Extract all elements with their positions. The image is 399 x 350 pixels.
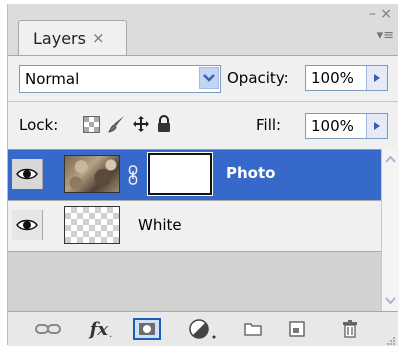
opacity-label: Opacity: bbox=[227, 69, 289, 87]
blend-mode-value: Normal bbox=[25, 70, 80, 88]
visibility-eye-icon[interactable] bbox=[12, 210, 43, 240]
blend-mode-select[interactable]: Normal bbox=[19, 65, 221, 93]
fx-menu-dot: . bbox=[109, 328, 113, 340]
layer-row-photo[interactable]: Photo bbox=[8, 150, 381, 201]
layers-list: Photo White bbox=[8, 149, 381, 312]
opacity-slider-arrow-icon[interactable] bbox=[366, 66, 387, 90]
fill-field[interactable]: 100% bbox=[305, 113, 388, 139]
layer-row-white[interactable]: White bbox=[8, 201, 381, 252]
layers-panel: Layers × – × ▾≡ Normal Opacity: 100% Loc… bbox=[7, 4, 399, 346]
tab-layers-label: Layers bbox=[33, 28, 86, 48]
opacity-value: 100% bbox=[311, 69, 354, 87]
scroll-up-icon[interactable] bbox=[382, 151, 399, 168]
fill-label: Fill: bbox=[256, 116, 282, 134]
lock-options-row: Lock: Fill: 100% bbox=[8, 101, 398, 150]
panel-tab-strip: Layers × – × ▾≡ bbox=[8, 4, 398, 56]
blend-options-row: Normal Opacity: 100% bbox=[8, 55, 398, 102]
panel-menu-icon[interactable]: ▾≡ bbox=[377, 29, 394, 42]
layer-style-fx-icon[interactable]: fx . bbox=[84, 317, 118, 341]
minimize-icon[interactable]: – bbox=[369, 6, 376, 22]
fx-label: fx bbox=[89, 318, 109, 340]
layer-name[interactable]: Photo bbox=[226, 164, 275, 182]
scroll-down-icon[interactable] bbox=[382, 292, 399, 309]
link-layers-icon[interactable] bbox=[34, 317, 62, 341]
mask-link-chain-icon[interactable] bbox=[128, 165, 138, 185]
add-mask-icon[interactable] bbox=[130, 317, 164, 341]
layer-mask-thumbnail[interactable] bbox=[147, 152, 213, 196]
visibility-eye-icon[interactable] bbox=[12, 159, 43, 189]
close-icon[interactable]: × bbox=[380, 6, 392, 22]
panel-collapse-icon[interactable]: – × bbox=[369, 6, 392, 22]
new-group-folder-icon[interactable] bbox=[240, 317, 266, 341]
fill-slider-arrow-icon[interactable] bbox=[366, 114, 387, 138]
layer-name[interactable]: White bbox=[138, 216, 182, 234]
layer-thumbnail-photo[interactable] bbox=[64, 155, 120, 193]
tab-layers[interactable]: Layers × bbox=[18, 20, 127, 55]
chevron-down-icon[interactable] bbox=[199, 67, 219, 89]
adjustment-layer-icon[interactable] bbox=[186, 317, 220, 341]
new-layer-icon[interactable] bbox=[284, 317, 310, 341]
resize-grip-icon[interactable] bbox=[386, 334, 396, 345]
lock-label: Lock: bbox=[19, 116, 59, 134]
lock-transparent-pixels-icon[interactable] bbox=[82, 115, 100, 133]
lock-image-pixels-brush-icon[interactable] bbox=[108, 115, 126, 133]
layer-thumbnail-transparent[interactable] bbox=[64, 206, 120, 244]
delete-layer-trash-icon[interactable] bbox=[337, 317, 363, 341]
lock-all-padlock-icon[interactable] bbox=[155, 115, 173, 133]
opacity-field[interactable]: 100% bbox=[305, 65, 388, 91]
lock-position-move-icon[interactable] bbox=[132, 115, 150, 133]
layers-scrollbar[interactable] bbox=[381, 149, 399, 311]
layers-toolbar: fx . bbox=[8, 311, 398, 346]
tab-close-icon[interactable]: × bbox=[92, 29, 105, 47]
fill-value: 100% bbox=[311, 117, 354, 135]
